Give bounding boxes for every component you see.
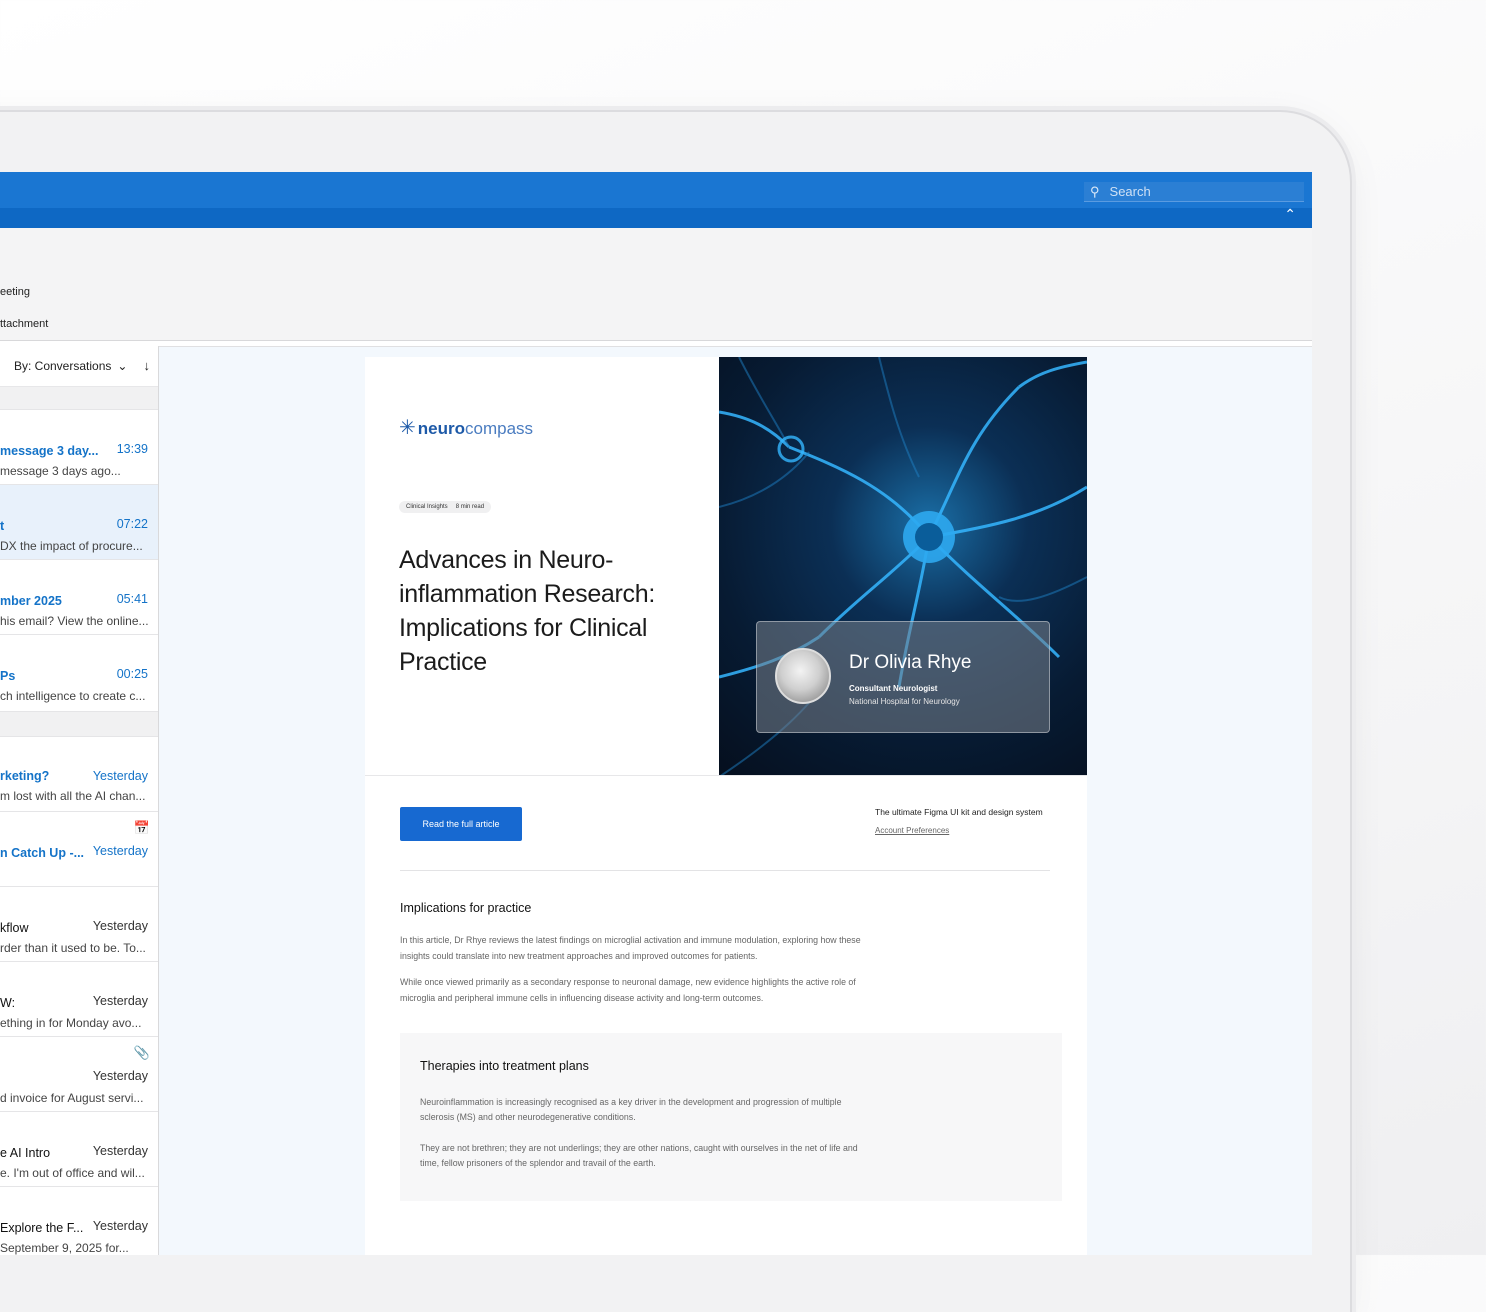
chevron-down-icon[interactable]: ⌄ (117, 359, 127, 373)
message-preview: September 9, 2025 for... (0, 1241, 129, 1255)
message-preview: his email? View the online... (0, 614, 149, 628)
chevron-up-icon[interactable]: ⌃ (1284, 206, 1296, 223)
message-time: 05:41 (116, 592, 148, 606)
list-item[interactable]: 📅 n Catch Up -... Yesterday (0, 812, 158, 887)
search-input[interactable] (1107, 183, 1282, 200)
author-name: Dr Olivia Rhye (849, 652, 972, 673)
list-item[interactable]: Explore the F... Yesterday September 9, … (0, 1187, 158, 1255)
email-hero: ✳ neurocompass Clinical Insights 8 min re… (365, 357, 1087, 776)
article-title: Advances in Neuro-inflammation Research:… (399, 546, 656, 676)
sort-label[interactable]: By: Conversations (14, 359, 111, 373)
list-item[interactable]: e AI Intro Yesterday e. I'm out of offic… (0, 1112, 158, 1187)
message-subject: n Catch Up -... (0, 846, 85, 860)
ribbon: eeting ttachment (0, 228, 1312, 341)
section-title: Implications for practice (400, 901, 532, 915)
message-time: Yesterday (92, 1219, 148, 1233)
list-item[interactable]: W: Yesterday ething in for Monday avo... (0, 962, 158, 1037)
section-paragraph: While once viewed primarily as a seconda… (400, 977, 856, 1003)
message-subject: W: (0, 996, 16, 1010)
group-separator (0, 387, 158, 410)
message-time: Yesterday (92, 844, 148, 858)
message-time: 07:22 (116, 517, 148, 531)
search-box[interactable]: ⚲ (1084, 182, 1304, 202)
message-preview: ething in for Monday avo... (0, 1016, 142, 1030)
message-time: Yesterday (92, 769, 148, 783)
message-subject: mber 2025 (0, 594, 62, 608)
message-subject: message 3 day... (0, 444, 99, 458)
section-paragraph: In this article, Dr Rhye reviews the lat… (400, 935, 861, 961)
author-card: Dr Olivia Rhye Consultant Neurologist Na… (756, 621, 1050, 733)
message-time: Yesterday (92, 994, 148, 1008)
asterisk-icon: ✳ (399, 417, 416, 439)
read-article-button[interactable]: Read the full article (400, 807, 522, 841)
message-list: By: Conversations ⌄ ↓ message 3 day... 1… (0, 346, 159, 1255)
message-time: Yesterday (92, 919, 148, 933)
sort-direction-icon[interactable]: ↓ (144, 358, 151, 373)
logo-text-light: compass (465, 419, 534, 438)
account-preferences-link[interactable]: Account Preferences (875, 826, 949, 835)
message-subject: t (0, 519, 5, 533)
message-preview: message 3 days ago... (0, 464, 121, 478)
list-item[interactable]: message 3 day... 13:39 message 3 days ag… (0, 410, 158, 485)
list-item[interactable]: kflow Yesterday rder than it used to be.… (0, 887, 158, 962)
panel-paragraph: They are not brethren; they are not unde… (420, 1143, 858, 1168)
panel-paragraph: Neuroinflammation is increasingly recogn… (420, 1097, 842, 1122)
brand-logo: ✳ neurocompass (399, 415, 533, 440)
message-subject: Explore the F... (0, 1221, 84, 1235)
message-preview: DX the impact of procure... (0, 539, 143, 553)
tagline: The ultimate Figma UI kit and design sys… (875, 807, 1043, 817)
divider (400, 870, 1050, 871)
tag-read-time: 8 min read (455, 504, 485, 510)
article-tags: Clinical Insights 8 min read (399, 501, 492, 513)
message-subject: rketing? (0, 769, 50, 783)
message-preview: ch intelligence to create c... (0, 689, 146, 703)
logo-text-bold: neuro (417, 419, 465, 438)
email-body: ✳ neurocompass Clinical Insights 8 min re… (365, 357, 1087, 1255)
tag-category: Clinical Insights (406, 504, 448, 510)
author-organization: National Hospital for Neurology (849, 697, 960, 706)
toolbar-band (0, 208, 1312, 228)
author-role: Consultant Neurologist (849, 684, 938, 693)
list-item[interactable]: 📎 Yesterday d invoice for August servi..… (0, 1037, 158, 1112)
mail-app-window: ⚲ ⌃ eeting ttachment By: Conversations ⌄… (0, 172, 1312, 1255)
calendar-icon: 📅 (133, 820, 150, 835)
list-item[interactable]: Ps 00:25 ch intelligence to create c... (0, 635, 158, 712)
sort-bar[interactable]: By: Conversations ⌄ ↓ (0, 346, 158, 387)
message-preview: rder than it used to be. To... (0, 941, 146, 955)
message-preview: m lost with all the AI chan... (0, 789, 146, 803)
list-item[interactable]: rketing? Yesterday m lost with all the A… (0, 737, 158, 812)
message-subject: Ps (0, 669, 16, 683)
message-subject: e AI Intro (0, 1146, 51, 1160)
list-item[interactable]: mber 2025 05:41 his email? View the onli… (0, 560, 158, 635)
reading-pane: ✳ neurocompass Clinical Insights 8 min re… (159, 346, 1312, 1255)
ribbon-item-attachment[interactable]: ttachment (0, 318, 48, 330)
ribbon-item-meeting[interactable]: eeting (0, 286, 30, 298)
avatar (775, 648, 831, 704)
message-subject: kflow (0, 921, 29, 935)
message-preview: d invoice for August servi... (0, 1091, 144, 1105)
message-time: Yesterday (92, 1144, 148, 1158)
search-icon: ⚲ (1090, 183, 1100, 199)
panel-title: Therapies into treatment plans (420, 1059, 589, 1073)
group-separator (0, 712, 158, 737)
message-preview: e. I'm out of office and wil... (0, 1166, 145, 1180)
paperclip-icon: 📎 (133, 1045, 150, 1060)
title-bar: ⚲ ⌃ (0, 172, 1312, 228)
message-time: 00:25 (116, 667, 148, 681)
therapies-panel: Therapies into treatment plans Neuroinfl… (400, 1033, 1062, 1201)
message-time: Yesterday (92, 1069, 148, 1083)
list-item[interactable]: t 07:22 DX the impact of procure... (0, 485, 158, 560)
neuron-image: Dr Olivia Rhye Consultant Neurologist Na… (719, 357, 1087, 775)
message-time: 13:39 (116, 442, 148, 456)
